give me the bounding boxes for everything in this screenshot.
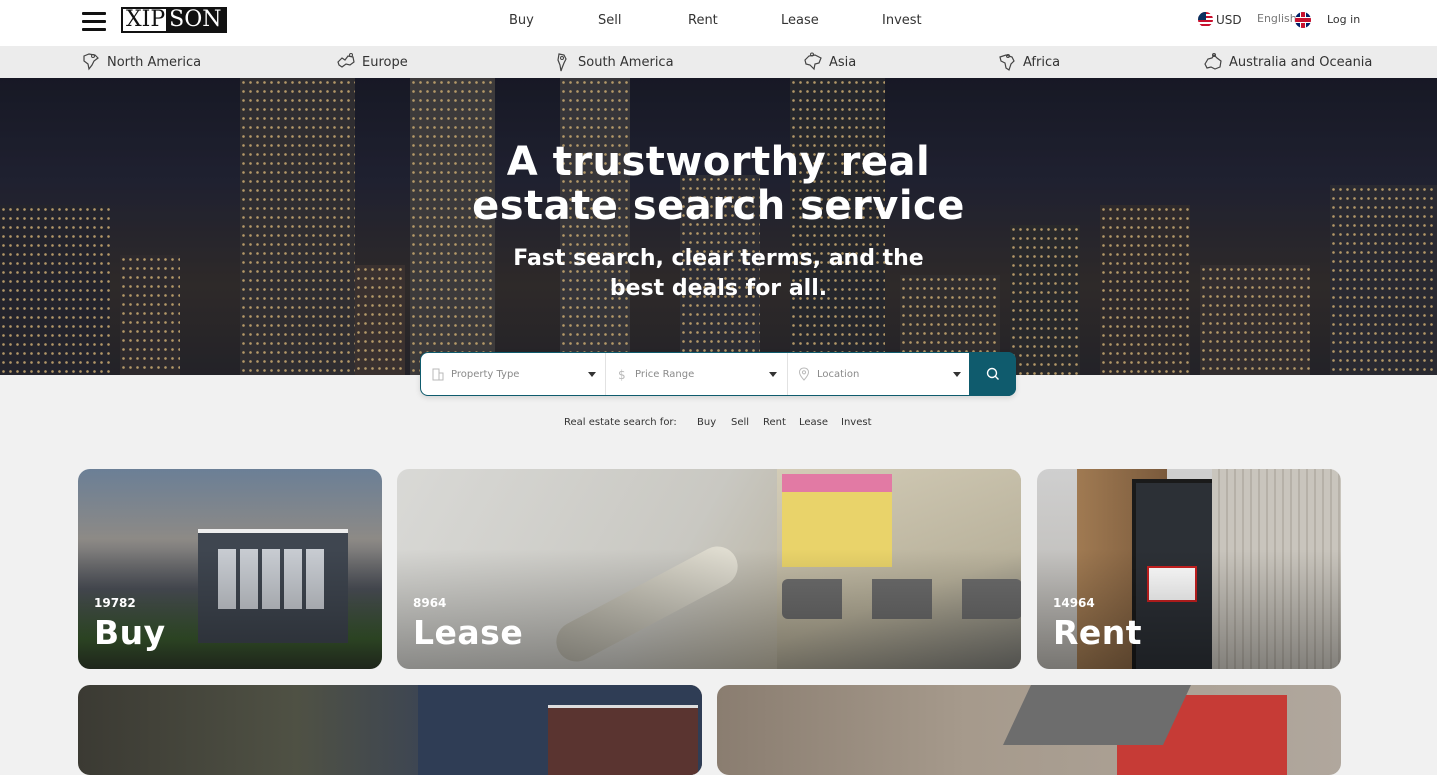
region-africa[interactable]: Africa bbox=[997, 52, 1060, 72]
quick-link-buy[interactable]: Buy bbox=[697, 417, 716, 428]
quick-link-rent[interactable]: Rent bbox=[763, 417, 786, 428]
search-button[interactable] bbox=[969, 352, 1016, 396]
australia-map-icon bbox=[1204, 53, 1222, 70]
category-card-invest[interactable] bbox=[717, 685, 1341, 775]
nav-sell[interactable]: Sell bbox=[598, 13, 621, 28]
roof-image bbox=[1003, 685, 1191, 745]
svg-text:$: $ bbox=[618, 368, 626, 381]
logo-text-right: SON bbox=[166, 9, 225, 31]
nav-rent[interactable]: Rent bbox=[688, 13, 718, 28]
menu-icon[interactable] bbox=[82, 12, 106, 31]
category-card-sell[interactable] bbox=[78, 685, 702, 775]
nav-buy[interactable]: Buy bbox=[509, 13, 534, 28]
region-asia[interactable]: Asia bbox=[803, 52, 856, 72]
region-label: Australia and Oceania bbox=[1229, 54, 1373, 70]
location-pin-icon bbox=[798, 367, 810, 381]
site-logo[interactable]: XIP SON bbox=[121, 7, 227, 33]
chevron-down-icon bbox=[769, 372, 777, 377]
hero-subtitle-line: Fast search, clear terms, and the bbox=[513, 246, 924, 271]
property-search-bar: Property Type $ Price Range Location bbox=[420, 352, 1016, 396]
region-label: South America bbox=[578, 54, 674, 70]
us-flag-icon[interactable] bbox=[1198, 12, 1213, 27]
region-label: Europe bbox=[362, 54, 408, 70]
language-selector[interactable]: English bbox=[1257, 12, 1297, 25]
region-label: North America bbox=[107, 54, 202, 70]
quick-link-lease[interactable]: Lease bbox=[799, 417, 828, 428]
login-link[interactable]: Log in bbox=[1327, 13, 1360, 26]
listing-count: 19782 bbox=[94, 596, 136, 610]
divider bbox=[605, 353, 606, 395]
hero-banner: A trustworthy real estate search service… bbox=[0, 78, 1437, 375]
hero-title: A trustworthy real estate search service bbox=[0, 140, 1437, 228]
south-america-map-icon bbox=[557, 53, 567, 72]
region-australia-oceania[interactable]: Australia and Oceania bbox=[1203, 52, 1372, 72]
region-north-america[interactable]: North America bbox=[81, 52, 201, 72]
region-bar: North America Europe South America Asia … bbox=[0, 46, 1437, 78]
quick-link-sell[interactable]: Sell bbox=[731, 417, 749, 428]
search-icon bbox=[986, 367, 999, 380]
nav-invest[interactable]: Invest bbox=[882, 13, 922, 28]
region-label: Asia bbox=[829, 54, 857, 70]
quick-link-invest[interactable]: Invest bbox=[841, 417, 872, 428]
location-placeholder: Location bbox=[817, 368, 860, 380]
region-europe[interactable]: Europe bbox=[336, 52, 408, 72]
category-card-lease[interactable]: 8964 Lease bbox=[397, 469, 1021, 669]
card-title: Lease bbox=[413, 613, 524, 652]
nav-lease[interactable]: Lease bbox=[781, 13, 819, 28]
divider bbox=[787, 353, 788, 395]
category-card-rent[interactable]: 14964 Rent bbox=[1037, 469, 1341, 669]
listing-count: 8964 bbox=[413, 596, 447, 610]
africa-map-icon bbox=[999, 54, 1015, 71]
price-range-select[interactable]: $ Price Range bbox=[615, 353, 785, 395]
chevron-down-icon bbox=[953, 372, 961, 377]
currency-selector[interactable]: USD bbox=[1216, 13, 1242, 27]
card-title: Rent bbox=[1053, 613, 1143, 652]
location-select[interactable]: Location bbox=[797, 353, 969, 395]
property-type-select[interactable]: Property Type bbox=[431, 353, 604, 395]
region-label: Africa bbox=[1023, 54, 1061, 70]
uk-flag-icon[interactable] bbox=[1295, 12, 1311, 28]
hero-title-line: A trustworthy real bbox=[506, 139, 931, 185]
top-header: XIP SON Buy Sell Rent Lease Invest USD E… bbox=[0, 0, 1437, 46]
card-title: Buy bbox=[94, 613, 166, 652]
hero-subtitle: Fast search, clear terms, and the best d… bbox=[0, 244, 1437, 304]
property-type-placeholder: Property Type bbox=[451, 368, 520, 380]
north-america-map-icon bbox=[83, 53, 99, 71]
dormer-image bbox=[548, 705, 698, 775]
quick-search-label: Real estate search for: bbox=[564, 417, 677, 428]
listing-count: 14964 bbox=[1053, 596, 1095, 610]
price-range-placeholder: Price Range bbox=[635, 368, 695, 380]
hero-title-line: estate search service bbox=[472, 183, 965, 229]
europe-map-icon bbox=[337, 53, 355, 68]
hero-subtitle-line: best deals for all. bbox=[609, 276, 828, 301]
logo-text-left: XIP bbox=[125, 7, 167, 32]
chevron-down-icon bbox=[588, 372, 596, 377]
asia-map-icon bbox=[804, 52, 822, 71]
dollar-icon: $ bbox=[618, 368, 626, 381]
region-south-america[interactable]: South America bbox=[552, 52, 674, 72]
category-card-buy[interactable]: 19782 Buy bbox=[78, 469, 382, 669]
building-icon bbox=[432, 368, 444, 381]
